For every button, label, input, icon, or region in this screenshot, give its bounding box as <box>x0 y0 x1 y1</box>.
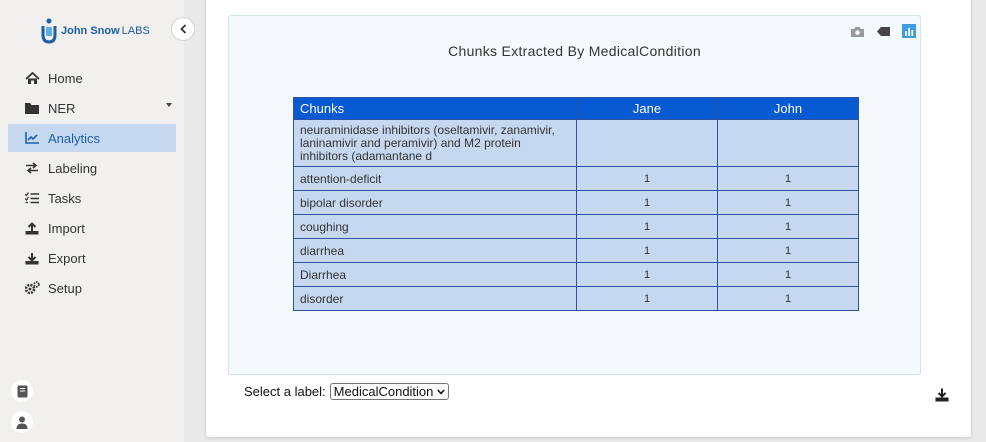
sidebar-item-label: Setup <box>48 280 82 296</box>
table-row: bipolar disorder 1 1 <box>293 190 859 215</box>
sidebar-item-import[interactable]: Import <box>8 214 176 242</box>
table-row: neuraminidase inhibitors (oseltamivir, z… <box>293 119 859 167</box>
chunks-table: Chunks Jane John neuraminidase inhibitor… <box>293 97 859 311</box>
sidebar-item-label: Import <box>48 220 85 236</box>
camera-icon[interactable] <box>850 24 864 38</box>
chunk-cell: attention-deficit <box>293 166 577 191</box>
chart-line-icon <box>24 130 40 146</box>
count-cell: 1 <box>576 286 718 311</box>
count-cell: 1 <box>717 286 859 311</box>
sidebar-item-label: NER <box>48 100 76 116</box>
label-select[interactable]: MedicalCondition <box>329 383 450 400</box>
book-icon[interactable] <box>11 380 33 402</box>
chevron-down-icon <box>437 388 446 396</box>
sidebar-item-home[interactable]: Home <box>8 64 176 92</box>
chart-title: Chunks Extracted By MedicalCondition <box>448 43 701 59</box>
folder-icon <box>24 100 40 116</box>
upload-icon <box>24 220 40 236</box>
count-cell <box>717 119 859 167</box>
sidebar-item-setup[interactable]: Setup <box>8 274 176 302</box>
chunk-cell: diarrhea <box>293 238 577 263</box>
sidebar-item-label: Analytics <box>48 130 101 146</box>
exchange-icon <box>24 160 40 176</box>
column-header-chunks: Chunks <box>293 97 577 120</box>
count-cell: 1 <box>717 190 859 215</box>
count-cell: 1 <box>576 166 718 191</box>
sidebar-item-label: Home <box>48 70 83 86</box>
chunk-cell: disorder <box>293 286 577 311</box>
chevron-down-icon[interactable] <box>166 103 172 107</box>
download-button[interactable] <box>935 388 949 402</box>
sidebar-item-ner[interactable]: NER <box>8 94 176 122</box>
cogs-icon <box>24 280 40 296</box>
download-icon <box>24 250 40 266</box>
count-cell: 1 <box>576 238 718 263</box>
count-cell: 1 <box>717 214 859 239</box>
sidebar-item-label: Tasks <box>48 190 82 206</box>
table-row: Diarrhea 1 1 <box>293 262 859 287</box>
table-header-row: Chunks Jane John <box>293 97 859 120</box>
sidebar: John Snow LABS Home NER Analytics Labeli… <box>0 0 184 442</box>
tag-icon[interactable] <box>876 24 890 38</box>
sidebar-item-label: Export <box>48 250 86 266</box>
download-icon <box>935 388 949 402</box>
count-cell: 1 <box>576 190 718 215</box>
count-cell: 1 <box>717 238 859 263</box>
chart-panel: Chunks Extracted By MedicalCondition Chu… <box>228 15 921 375</box>
brand-suffix: LABS <box>121 25 150 37</box>
column-header-john: John <box>717 97 859 120</box>
home-icon <box>24 70 40 86</box>
count-cell: 1 <box>717 166 859 191</box>
count-cell: 1 <box>576 262 718 287</box>
logo-icon <box>41 18 57 44</box>
sidebar-item-labeling[interactable]: Labeling <box>8 154 176 182</box>
column-header-jane: Jane <box>576 97 718 120</box>
chunk-cell: neuraminidase inhibitors (oseltamivir, z… <box>293 119 577 167</box>
label-select-prompt: Select a label: <box>244 384 326 399</box>
sidebar-item-export[interactable]: Export <box>8 244 176 272</box>
table-row: attention-deficit 1 1 <box>293 166 859 191</box>
sidebar-nav: Home NER Analytics Labeling Tasks Import… <box>8 64 176 304</box>
count-cell <box>576 119 718 167</box>
count-cell: 1 <box>717 262 859 287</box>
bar-chart-icon[interactable] <box>902 24 916 38</box>
chevron-left-icon <box>179 24 186 34</box>
user-icon[interactable] <box>11 411 33 433</box>
collapse-sidebar-button[interactable] <box>171 17 195 41</box>
table-row: disorder 1 1 <box>293 286 859 311</box>
table-row: diarrhea 1 1 <box>293 238 859 263</box>
chunk-cell: bipolar disorder <box>293 190 577 215</box>
brand-name: John Snow <box>61 25 120 37</box>
sidebar-item-analytics[interactable]: Analytics <box>8 124 176 152</box>
chunk-cell: Diarrhea <box>293 262 577 287</box>
sidebar-item-label: Labeling <box>48 160 98 176</box>
table-row: coughing 1 1 <box>293 214 859 239</box>
brand-logo[interactable]: John Snow LABS <box>40 17 150 45</box>
chunk-cell: coughing <box>293 214 577 239</box>
label-select-value: MedicalCondition <box>333 384 434 399</box>
tasks-icon <box>24 190 40 206</box>
sidebar-item-tasks[interactable]: Tasks <box>8 184 176 212</box>
chart-toolbar <box>838 24 916 38</box>
count-cell: 1 <box>576 214 718 239</box>
label-select-row: Select a label: MedicalCondition <box>244 383 450 400</box>
